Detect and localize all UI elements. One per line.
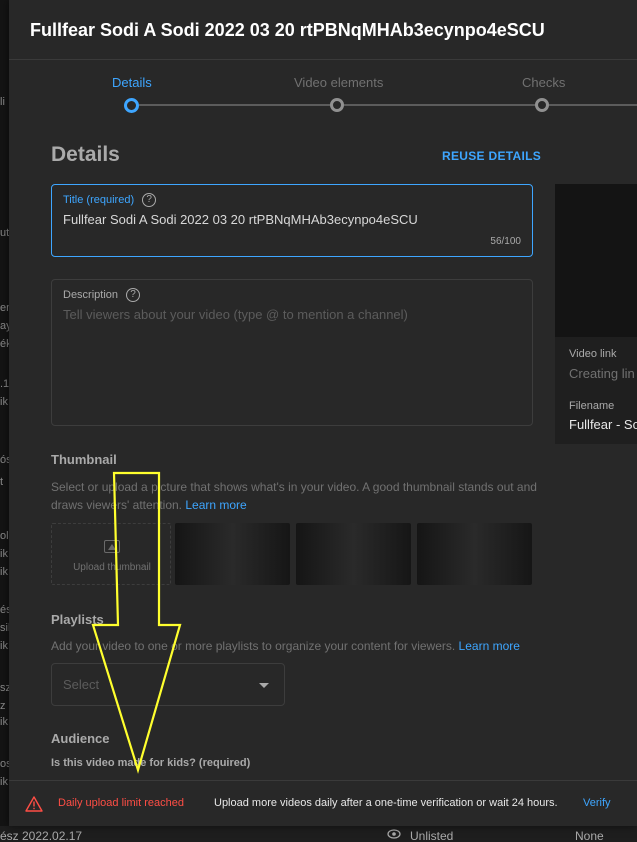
description-input[interactable]: Tell viewers about your video (type @ to… — [63, 307, 408, 322]
image-upload-icon — [104, 540, 120, 553]
description-field-label: Description? — [63, 288, 141, 302]
reuse-details-button[interactable]: REUSE DETAILS — [442, 149, 541, 163]
auto-thumbnail-1[interactable] — [175, 523, 290, 585]
upload-thumbnail-label: Upload thumbnail — [73, 562, 151, 573]
thumbnail-learn-more-link[interactable]: Learn more — [185, 498, 246, 512]
auto-thumbnail-2[interactable] — [296, 523, 411, 585]
step-details[interactable]: Details — [112, 75, 152, 90]
eye-icon — [387, 829, 401, 839]
help-circle-icon[interactable]: ? — [142, 193, 157, 207]
details-heading: Details — [51, 143, 120, 166]
playlists-description-text: Add your video to one or more playlists … — [51, 639, 456, 653]
title-label-text: Title (required) — [63, 193, 135, 206]
title-char-counter: 56/100 — [490, 236, 521, 247]
background-table-row[interactable]: ész 2022.02.17 Unlisted None — [0, 826, 637, 842]
upload-stepper: Details Video elements Checks — [9, 61, 637, 121]
title-input[interactable]: Fullfear Sodi A Sodi 2022 03 20 rtPBNqMH… — [63, 212, 418, 227]
upload-footer: Daily upload limit reached Upload more v… — [9, 780, 637, 826]
video-preview-player[interactable] — [555, 184, 637, 337]
step-video-elements-dot[interactable] — [330, 98, 344, 112]
dialog-header: Fullfear Sodi A Sodi 2022 03 20 rtPBNqMH… — [9, 0, 637, 60]
row-visibility: Unlisted — [410, 829, 454, 842]
video-preview-panel: Video link Creating lin Filename Fullfea… — [555, 184, 637, 444]
dialog-title: Fullfear Sodi A Sodi 2022 03 20 rtPBNqMH… — [30, 20, 545, 40]
title-field-label: Title (required)? — [63, 193, 157, 207]
playlist-select-value: Select — [63, 677, 100, 692]
made-for-kids-question: Is this video made for kids? (required) — [51, 757, 251, 769]
thumbnail-heading: Thumbnail — [51, 452, 117, 467]
step-details-dot[interactable] — [124, 98, 139, 113]
upload-limit-warning: Daily upload limit reached — [58, 797, 184, 809]
thumbnail-description-text: Select or upload a picture that shows wh… — [51, 480, 537, 512]
playlists-learn-more-link[interactable]: Learn more — [459, 639, 520, 653]
video-link-label: Video link — [569, 348, 617, 360]
stepper-track — [139, 104, 637, 106]
description-label-text: Description — [63, 288, 119, 301]
auto-thumbnail-3[interactable] — [417, 523, 532, 585]
playlist-select[interactable]: Select — [51, 663, 285, 706]
filename-value: Fullfear - So — [569, 417, 637, 432]
thumbnail-description: Select or upload a picture that shows wh… — [51, 478, 541, 514]
help-circle-icon[interactable]: ? — [126, 288, 141, 302]
description-field[interactable]: Description? Tell viewers about your vid… — [51, 279, 533, 426]
row-restrictions: None — [575, 829, 604, 842]
upload-dialog: Fullfear Sodi A Sodi 2022 03 20 rtPBNqMH… — [9, 0, 637, 826]
title-field[interactable]: Title (required)? Fullfear Sodi A Sodi 2… — [51, 184, 533, 257]
step-video-elements[interactable]: Video elements — [294, 75, 383, 90]
video-link-value[interactable]: Creating lin — [569, 366, 635, 381]
row-date: ész 2022.02.17 — [0, 829, 83, 842]
playlists-description: Add your video to one or more playlists … — [51, 637, 551, 655]
upload-thumbnail-button[interactable]: Upload thumbnail — [51, 523, 171, 585]
playlists-heading: Playlists — [51, 612, 104, 627]
upload-limit-info: Upload more videos daily after a one-tim… — [214, 797, 558, 809]
chevron-down-icon — [259, 683, 269, 688]
warning-triangle-icon — [25, 796, 43, 812]
filename-label: Filename — [569, 400, 615, 412]
verify-link[interactable]: Verify — [583, 797, 611, 809]
step-checks[interactable]: Checks — [522, 75, 565, 90]
step-checks-dot[interactable] — [535, 98, 549, 112]
audience-heading: Audience — [51, 731, 110, 746]
